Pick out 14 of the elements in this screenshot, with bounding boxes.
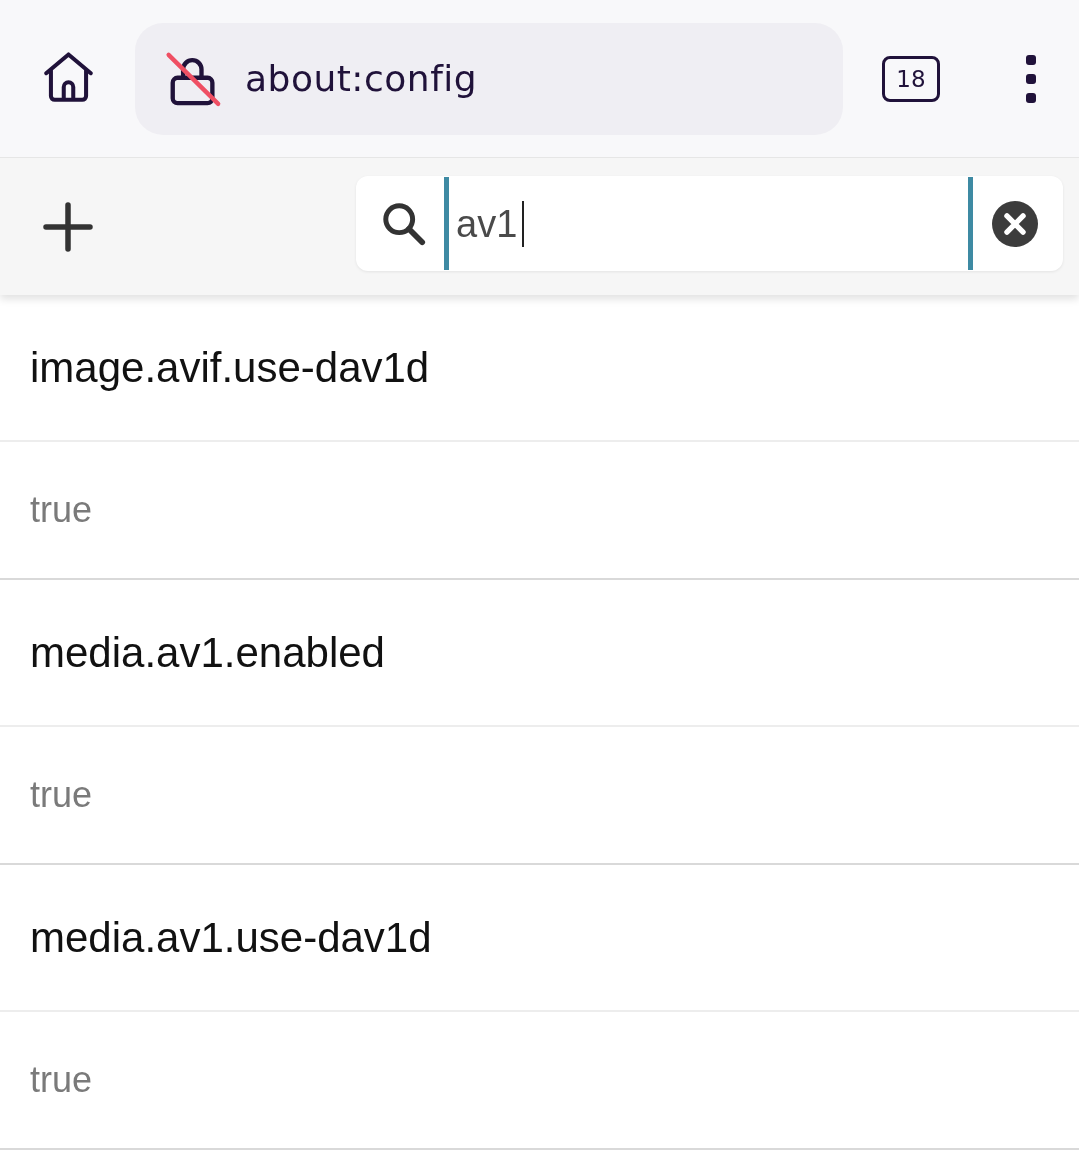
preference-value: true bbox=[30, 774, 93, 816]
preference-name[interactable]: media.av1.enabled bbox=[30, 628, 385, 677]
preference-name[interactable]: image.avif.use-dav1d bbox=[30, 343, 430, 392]
clear-icon[interactable] bbox=[992, 200, 1038, 247]
url-text: about:config bbox=[245, 58, 478, 99]
search-field[interactable]: av1 bbox=[444, 177, 973, 270]
search-icon bbox=[381, 200, 427, 247]
preference-name[interactable]: media.av1.use-dav1d bbox=[30, 913, 432, 962]
preference-value: true bbox=[30, 489, 93, 531]
menu-icon[interactable] bbox=[1026, 54, 1036, 103]
url-bar[interactable]: about:config bbox=[135, 22, 843, 135]
plus-icon[interactable] bbox=[43, 202, 93, 252]
preference-value: true bbox=[30, 1059, 93, 1101]
tab-counter-button[interactable]: 18 bbox=[882, 55, 940, 102]
